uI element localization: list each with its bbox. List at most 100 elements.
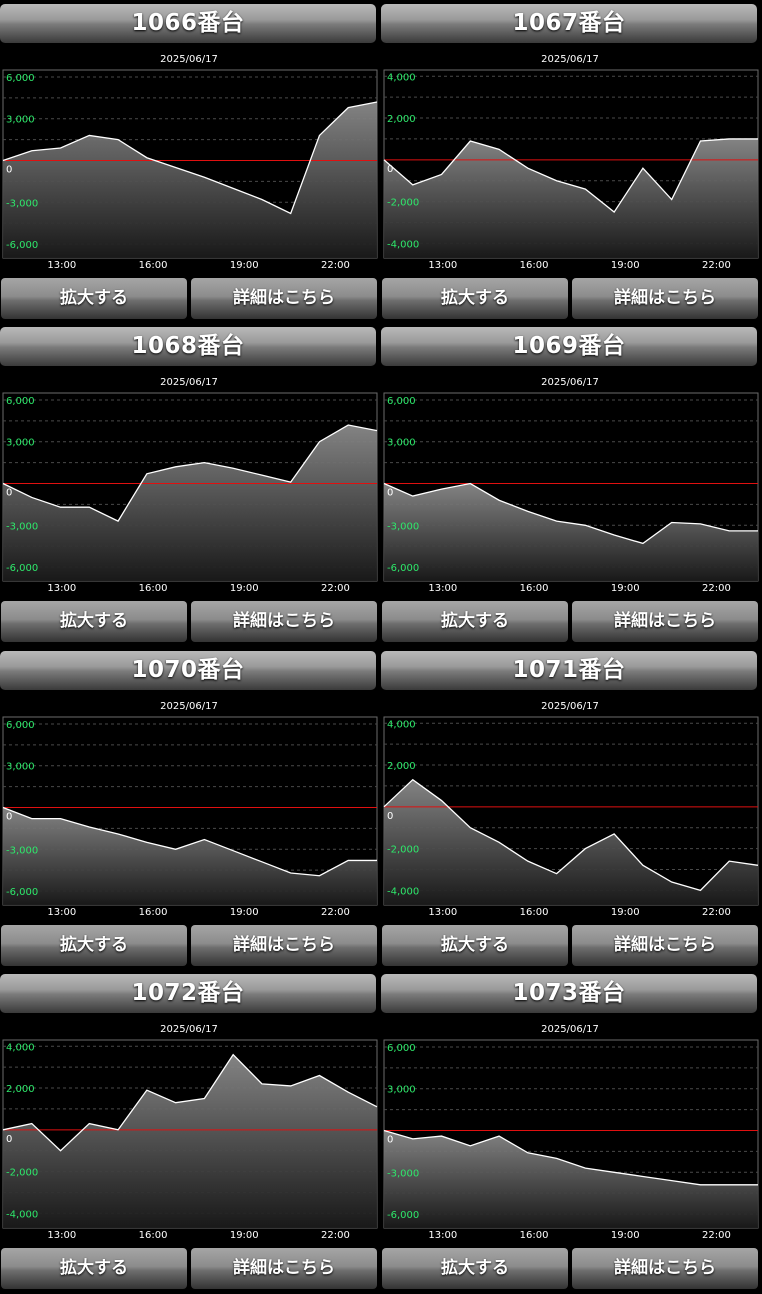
machine-panel: 1070番台 2025/06/17 6,000 3,000 0 -3,000 -6,000 1… [0,647,378,967]
x-tick-label: 19:00 [230,907,259,917]
y-tick-label: 2,000 [6,1084,35,1095]
x-tick-label: 13:00 [47,1230,76,1240]
y-tick-label: -4,000 [387,886,419,897]
detail-button[interactable]: 詳細はこちら [572,601,758,642]
zoom-button[interactable]: 拡大する [1,278,187,319]
x-tick-label: 16:00 [139,1230,168,1240]
y-tick-label: 6,000 [6,73,35,84]
y-tick-label: -6,000 [387,563,419,574]
y-tick-label: -6,000 [6,563,38,574]
x-tick-label: 16:00 [520,583,549,593]
x-tick-label: 13:00 [47,583,76,593]
y-tick-label: -6,000 [6,240,38,251]
slump-chart: 2025/06/17 6,000 3,000 0 -3,000 -6,000 13:00 16… [2,701,378,917]
zoom-button[interactable]: 拡大する [382,601,568,642]
x-tick-label: 22:00 [702,583,731,593]
detail-button[interactable]: 詳細はこちら [572,925,758,966]
chart-date: 2025/06/17 [541,377,599,388]
machine-title[interactable]: 1069番台 [381,327,757,366]
y-tick-label: -2,000 [387,198,419,209]
slump-chart: 2025/06/17 6,000 3,000 0 -3,000 -6,000 13:00 16… [2,54,378,270]
zoom-button[interactable]: 拡大する [1,601,187,642]
detail-button[interactable]: 詳細はこちら [191,278,377,319]
machine-title[interactable]: 1071番台 [381,651,757,690]
machine-title[interactable]: 1066番台 [0,4,376,43]
y-tick-label: -2,000 [6,1168,38,1179]
x-tick-label: 19:00 [611,907,640,917]
y-tick-label: 0 [387,488,393,499]
machine-panel: 1066番台 2025/06/17 6,000 3,000 0 -3,000 -6,000 1… [0,0,378,320]
machine-title[interactable]: 1068番台 [0,327,376,366]
x-tick-label: 13:00 [428,583,457,593]
chart-date: 2025/06/17 [160,377,218,388]
detail-button[interactable]: 詳細はこちら [572,278,758,319]
y-tick-label: -2,000 [387,845,419,856]
y-tick-label: 4,000 [387,72,416,83]
y-tick-label: 3,000 [387,438,416,449]
chart-date: 2025/06/17 [160,54,218,65]
machine-panel: 1071番台 2025/06/17 4,000 2,000 0 -2,000 -4,000 1… [381,647,759,967]
machine-panel: 1072番台 2025/06/17 4,000 2,000 0 -2,000 -4,000 1… [0,970,378,1290]
y-tick-label: 0 [387,811,393,822]
slump-chart: 2025/06/17 6,000 3,000 0 -3,000 -6,000 13:00 16… [383,377,759,593]
y-tick-label: 3,000 [387,1085,416,1096]
slump-chart: 2025/06/17 4,000 2,000 0 -2,000 -4,000 13:00 16… [383,701,759,917]
x-tick-label: 16:00 [139,583,168,593]
detail-button[interactable]: 詳細はこちら [572,1248,758,1289]
detail-button[interactable]: 詳細はこちら [191,601,377,642]
zoom-button[interactable]: 拡大する [1,925,187,966]
x-tick-label: 13:00 [428,1230,457,1240]
machine-title[interactable]: 1072番台 [0,974,376,1013]
x-tick-label: 19:00 [611,260,640,270]
y-tick-label: 0 [6,1134,12,1145]
machine-panel: 1069番台 2025/06/17 6,000 3,000 0 -3,000 -6,000 1… [381,323,759,643]
y-tick-label: 6,000 [6,396,35,407]
y-tick-label: 6,000 [6,720,35,731]
zoom-button[interactable]: 拡大する [382,1248,568,1289]
x-tick-label: 19:00 [230,260,259,270]
y-tick-label: 3,000 [6,762,35,773]
x-tick-label: 22:00 [702,1230,731,1240]
machine-panel: 1067番台 2025/06/17 4,000 2,000 0 -2,000 -4,000 1… [381,0,759,320]
machine-title[interactable]: 1073番台 [381,974,757,1013]
y-tick-label: 4,000 [387,719,416,730]
slump-chart: 2025/06/17 6,000 3,000 0 -3,000 -6,000 13:00 16… [2,377,378,593]
zoom-button[interactable]: 拡大する [382,278,568,319]
x-tick-label: 22:00 [321,260,350,270]
x-tick-label: 22:00 [321,907,350,917]
chart-date: 2025/06/17 [160,1024,218,1035]
y-tick-label: 6,000 [387,1043,416,1054]
y-tick-label: 4,000 [6,1042,35,1053]
machine-panel: 1073番台 2025/06/17 6,000 3,000 0 -3,000 -6,000 1… [381,970,759,1290]
x-tick-label: 16:00 [139,260,168,270]
x-tick-label: 22:00 [702,260,731,270]
machine-title[interactable]: 1070番台 [0,651,376,690]
machine-panel: 1068番台 2025/06/17 6,000 3,000 0 -3,000 -6,000 1… [0,323,378,643]
x-tick-label: 22:00 [321,1230,350,1240]
y-tick-label: 2,000 [387,761,416,772]
detail-button[interactable]: 詳細はこちら [191,1248,377,1289]
y-tick-label: 0 [6,812,12,823]
x-tick-label: 19:00 [611,583,640,593]
x-tick-label: 19:00 [611,1230,640,1240]
x-tick-label: 19:00 [230,583,259,593]
x-tick-label: 16:00 [520,907,549,917]
zoom-button[interactable]: 拡大する [382,925,568,966]
slump-chart: 2025/06/17 6,000 3,000 0 -3,000 -6,000 13:00 16… [383,1024,759,1240]
chart-date: 2025/06/17 [541,1024,599,1035]
x-tick-label: 13:00 [428,907,457,917]
chart-date: 2025/06/17 [541,701,599,712]
y-tick-label: -3,000 [6,845,38,856]
machine-title[interactable]: 1067番台 [381,4,757,43]
y-tick-label: -3,000 [6,198,38,209]
y-tick-label: -6,000 [387,1210,419,1221]
x-tick-label: 13:00 [47,260,76,270]
x-tick-label: 16:00 [139,907,168,917]
y-tick-label: -3,000 [387,1168,419,1179]
slump-chart: 2025/06/17 4,000 2,000 0 -2,000 -4,000 13:00 16… [2,1024,378,1240]
zoom-button[interactable]: 拡大する [1,1248,187,1289]
y-tick-label: 0 [387,1135,393,1146]
y-tick-label: -6,000 [6,887,38,898]
detail-button[interactable]: 詳細はこちら [191,925,377,966]
y-tick-label: -3,000 [6,521,38,532]
